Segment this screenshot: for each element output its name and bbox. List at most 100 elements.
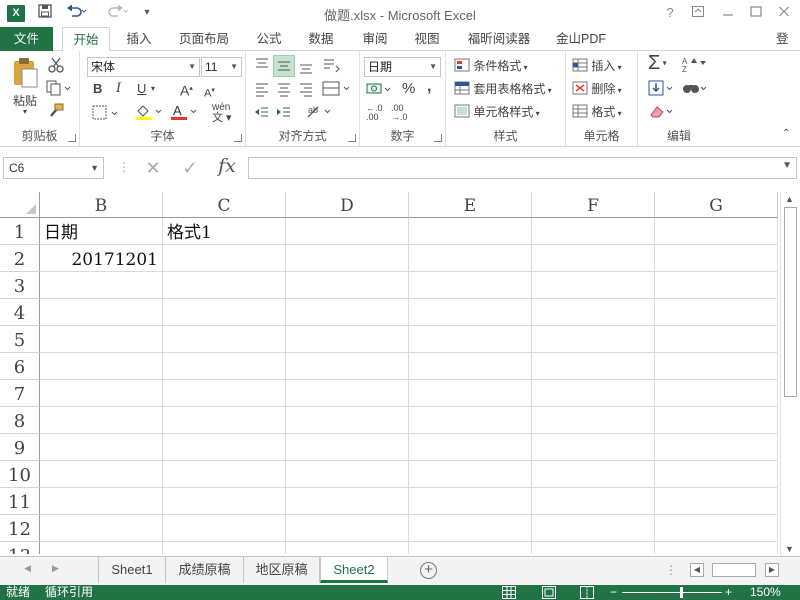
cell-g3[interactable]	[655, 272, 778, 299]
cell-e12[interactable]	[409, 515, 532, 542]
cell-b12[interactable]	[40, 515, 163, 542]
chevron-down-icon[interactable]: ▾	[151, 80, 155, 98]
cell-g2[interactable]	[655, 245, 778, 272]
sort-filter-icon[interactable]: AZ	[682, 57, 708, 78]
minimize-icon[interactable]	[718, 4, 738, 22]
border-icon[interactable]	[92, 105, 120, 126]
font-color-icon[interactable]: A	[170, 103, 200, 126]
cell-f5[interactable]	[532, 326, 655, 353]
tab-formulas[interactable]: 公式	[248, 27, 290, 51]
align-bottom-icon[interactable]	[298, 59, 314, 80]
tab-kingsoft-pdf[interactable]: 金山PDF	[548, 27, 614, 51]
restore-icon[interactable]	[746, 4, 766, 22]
cell-e5[interactable]	[409, 326, 532, 353]
cell-b5[interactable]	[40, 326, 163, 353]
cancel-icon[interactable]: ✕	[138, 156, 168, 180]
row-header-4[interactable]: 4	[0, 299, 40, 326]
zoom-level[interactable]: 150%	[750, 585, 781, 600]
cell-g11[interactable]	[655, 488, 778, 515]
tab-foxit-reader[interactable]: 福昕阅读器	[460, 27, 538, 51]
ribbon-display-icon[interactable]	[688, 4, 708, 22]
cell-g7[interactable]	[655, 380, 778, 407]
cell-f9[interactable]	[532, 434, 655, 461]
underline-button[interactable]: U	[137, 80, 146, 98]
font-launcher-icon[interactable]	[234, 134, 242, 142]
cell-g10[interactable]	[655, 461, 778, 488]
sheet-tab-sheet1[interactable]: Sheet1	[98, 557, 166, 583]
cell-d5[interactable]	[286, 326, 409, 353]
find-select-icon[interactable]	[682, 80, 710, 101]
cell-g5[interactable]	[655, 326, 778, 353]
cell-f12[interactable]	[532, 515, 655, 542]
row-header-6[interactable]: 6	[0, 353, 40, 380]
align-middle-icon[interactable]	[273, 55, 295, 77]
align-center-icon[interactable]	[276, 81, 292, 102]
cell-e13[interactable]	[409, 542, 532, 554]
font-name-select[interactable]: 宋体 ▼	[87, 57, 200, 77]
cell-d3[interactable]	[286, 272, 409, 299]
cell-g13[interactable]	[655, 542, 778, 554]
format-cells-button[interactable]: 格式 ▾	[572, 103, 622, 123]
row-header-10[interactable]: 10	[0, 461, 40, 488]
merge-center-icon[interactable]	[322, 80, 352, 103]
italic-button[interactable]: I	[116, 80, 121, 98]
horizontal-scrollbar[interactable]	[712, 563, 756, 577]
row-header-11[interactable]: 11	[0, 488, 40, 515]
cell-b4[interactable]	[40, 299, 163, 326]
tab-data[interactable]: 数据	[300, 27, 342, 51]
cell-d10[interactable]	[286, 461, 409, 488]
cell-e8[interactable]	[409, 407, 532, 434]
row-header-12[interactable]: 12	[0, 515, 40, 542]
row-header-8[interactable]: 8	[0, 407, 40, 434]
login-link[interactable]: 登录	[776, 27, 800, 70]
cut-icon[interactable]	[48, 57, 64, 78]
column-header-b[interactable]: B	[40, 192, 163, 218]
zoom-out-icon[interactable]: −	[610, 585, 617, 600]
cell-f8[interactable]	[532, 407, 655, 434]
cell-c10[interactable]	[163, 461, 286, 488]
cell-c6[interactable]	[163, 353, 286, 380]
alignment-launcher-icon[interactable]	[348, 134, 356, 142]
cell-d11[interactable]	[286, 488, 409, 515]
tab-page-layout[interactable]: 页面布局	[172, 27, 236, 51]
row-header-5[interactable]: 5	[0, 326, 40, 353]
sheet-tab-regions[interactable]: 地区原稿	[244, 557, 320, 583]
text-direction-icon[interactable]: ab	[306, 103, 334, 126]
cell-c11[interactable]	[163, 488, 286, 515]
cell-b8[interactable]	[40, 407, 163, 434]
cell-e7[interactable]	[409, 380, 532, 407]
cell-e6[interactable]	[409, 353, 532, 380]
formula-input[interactable]: ▼	[248, 157, 797, 179]
row-header-3[interactable]: 3	[0, 272, 40, 299]
cell-e11[interactable]	[409, 488, 532, 515]
row-header-2[interactable]: 2	[0, 245, 40, 272]
row-header-7[interactable]: 7	[0, 380, 40, 407]
number-format-select[interactable]: 日期 ▼	[364, 57, 441, 77]
cell-c12[interactable]	[163, 515, 286, 542]
tab-file[interactable]: 文件	[0, 27, 53, 51]
column-header-d[interactable]: D	[286, 192, 409, 218]
increase-indent-icon[interactable]	[276, 105, 292, 126]
expand-formula-icon[interactable]: ▼	[782, 160, 792, 171]
cell-b3[interactable]	[40, 272, 163, 299]
format-painter-icon[interactable]	[48, 103, 64, 124]
zoom-slider-thumb[interactable]	[680, 587, 683, 598]
formula-bar-splitter[interactable]: ⋮	[118, 160, 130, 174]
conditional-format-button[interactable]: 条件格式 ▾	[454, 57, 528, 77]
cell-b10[interactable]	[40, 461, 163, 488]
cell-d13[interactable]	[286, 542, 409, 554]
row-header-9[interactable]: 9	[0, 434, 40, 461]
sheet-prev-icon[interactable]: ◀	[24, 563, 31, 574]
cell-f13[interactable]	[532, 542, 655, 554]
tab-splitter-icon[interactable]: ⋮	[665, 563, 677, 577]
font-size-select[interactable]: 11 ▼	[201, 57, 242, 77]
cell-styles-button[interactable]: 单元格样式 ▾	[454, 103, 540, 123]
cell-c1[interactable]: 格式1	[163, 218, 286, 245]
decrease-decimal-icon[interactable]: .00 →.0	[391, 104, 408, 122]
cell-f2[interactable]	[532, 245, 655, 272]
orientation-icon[interactable]	[322, 57, 340, 78]
grow-font-button[interactable]: A▴	[180, 80, 193, 100]
cell-d6[interactable]	[286, 353, 409, 380]
cell-c13[interactable]	[163, 542, 286, 554]
cell-g4[interactable]	[655, 299, 778, 326]
